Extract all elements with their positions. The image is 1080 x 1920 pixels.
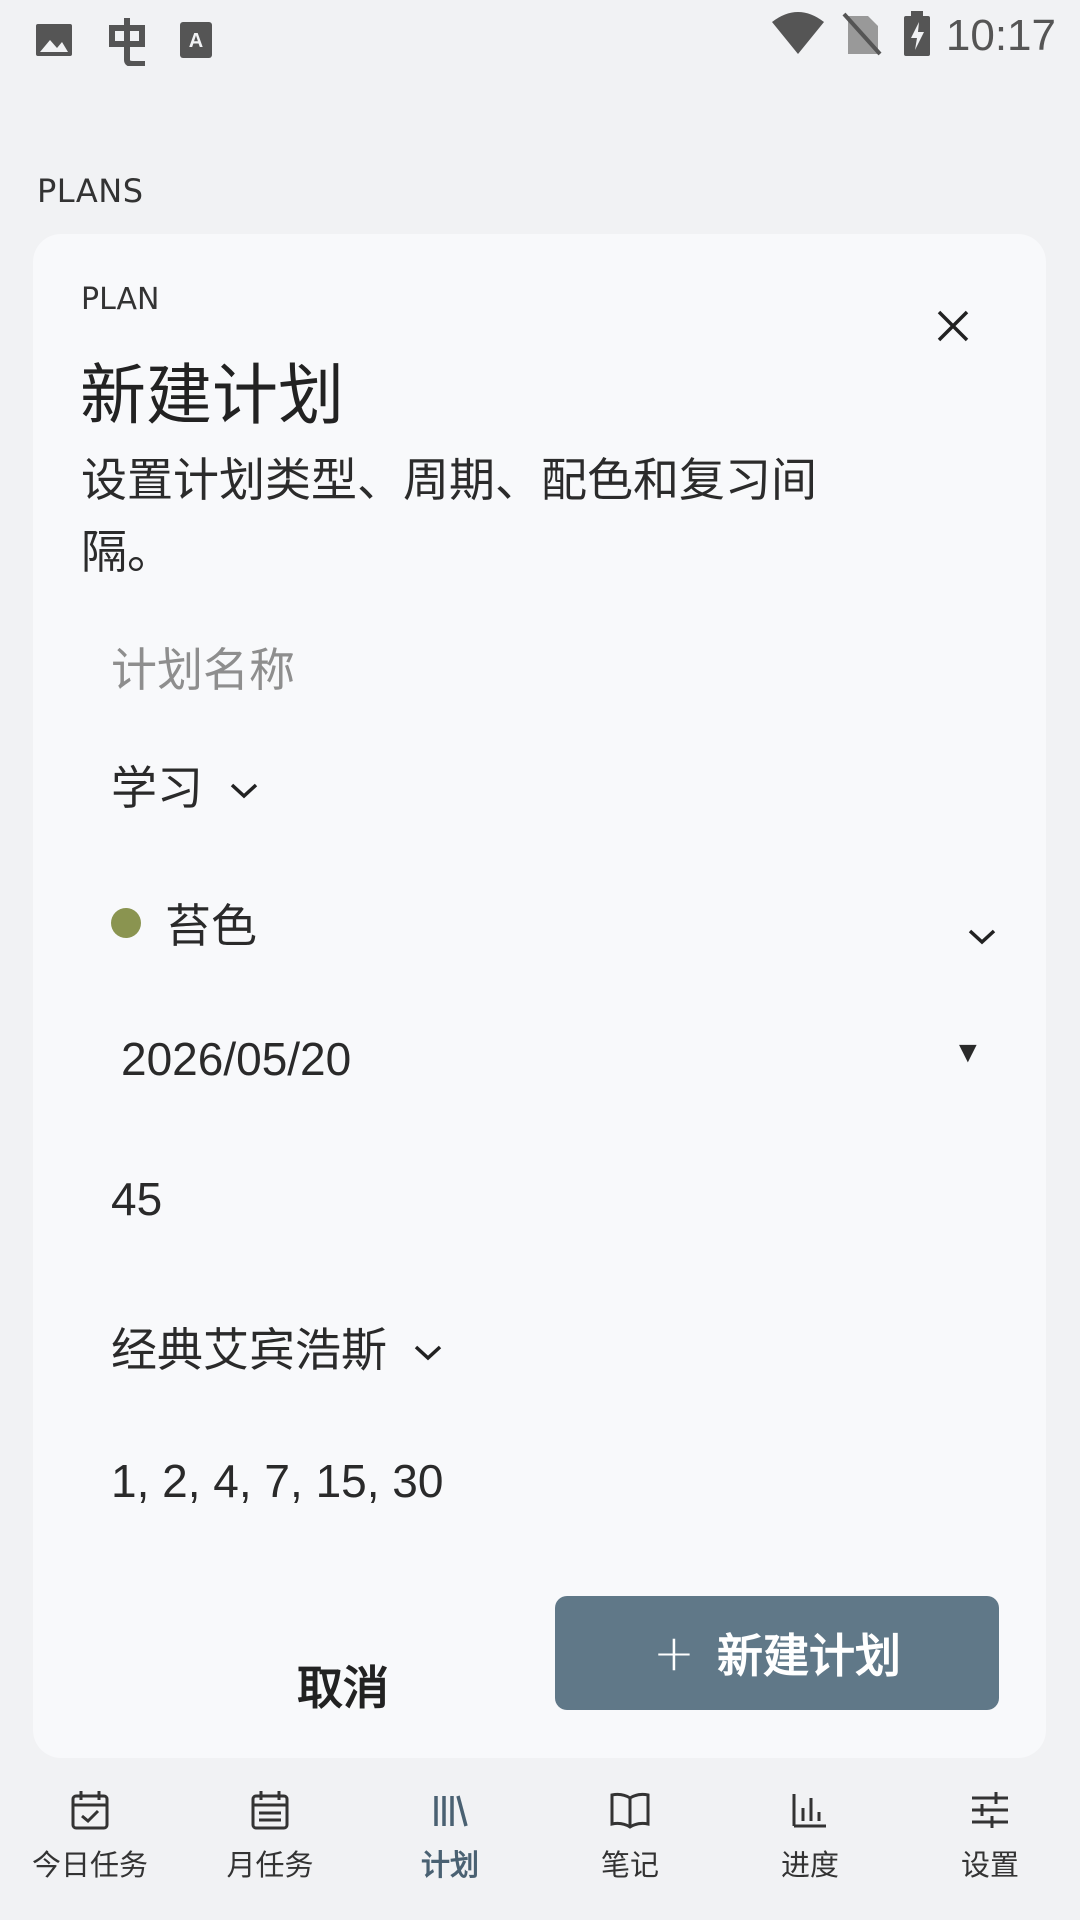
status-bar: A 10:17 [0,0,1080,72]
dialog-description: 设置计划类型、周期、配色和复习间隔。 [81,453,817,579]
plan-name-placeholder: 计划名称 [111,643,295,697]
bar-chart-icon [792,1794,826,1828]
status-time: 10:17 [945,11,1056,60]
library-icon [434,1795,468,1827]
image-icon [34,20,74,64]
sliders-icon [972,1792,1008,1828]
font-icon: A [178,20,214,64]
wifi-icon [770,10,826,62]
plan-type-select[interactable]: 学习 [111,752,259,818]
app-icon [104,14,156,70]
new-plan-dialog: PLAN 新建计划 设置计划类型、周期、配色和复习间隔。 计划名称 学习 苔色 … [33,234,1046,1758]
nav-item-today[interactable]: 今日任务 [0,1774,180,1920]
dropdown-triangle-icon: ▼ [953,1036,983,1069]
battery-charging-icon [902,10,932,62]
calendar-month-icon [251,1791,289,1830]
plan-date-value: 2026/05/20 [121,1033,352,1085]
create-plan-label: 新建计划 [716,1629,901,1683]
nav-item-progress[interactable]: 进度 [720,1774,900,1920]
svg-text:A: A [189,30,203,52]
plus-icon: + [653,1624,695,1682]
nav-item-month[interactable]: 月任务 [180,1774,360,1920]
review-intervals-value: 1, 2, 4, 7, 15, 30 [111,1455,444,1507]
nav-label: 设置 [960,1848,1019,1882]
create-plan-button[interactable]: + 新建计划 [555,1596,999,1710]
plan-color-value: 苔色 [165,899,257,953]
cancel-button[interactable]: 取消 [193,1630,493,1740]
bottom-navigation: 今日任务 月任务 计划 笔记 进度 设置 [0,1774,1080,1920]
calendar-check-icon [71,1791,109,1830]
section-label: PLANS [37,172,144,210]
chevron-down-icon [229,758,259,812]
chevron-down-icon [413,1320,443,1374]
status-right-icons: 10:17 [770,10,1056,62]
nav-label: 笔记 [600,1848,659,1882]
review-curve-select[interactable]: 经典艾宾浩斯 [111,1314,443,1380]
nav-label: 进度 [780,1848,839,1882]
dialog-eyebrow: PLAN [81,282,160,317]
nav-item-plans[interactable]: 计划 [360,1774,540,1920]
close-button[interactable] [923,296,983,356]
nav-label: 今日任务 [31,1848,148,1882]
plan-minutes-value: 45 [111,1173,163,1225]
review-curve-value: 经典艾宾浩斯 [111,1323,387,1377]
plan-type-value: 学习 [111,761,203,815]
nav-label: 计划 [420,1848,479,1882]
plan-name-field[interactable]: 计划名称 [111,634,295,700]
book-icon [610,1792,650,1829]
status-left-icons: A [34,14,214,70]
nav-item-settings[interactable]: 设置 [900,1774,1080,1920]
no-sim-icon [840,10,884,62]
chevron-down-icon [967,904,997,958]
review-intervals-field[interactable]: 1, 2, 4, 7, 15, 30 [111,1454,443,1508]
nav-label: 月任务 [226,1848,314,1882]
plan-minutes-field[interactable]: 45 [111,1172,162,1226]
close-icon [937,310,969,342]
color-swatch [111,908,141,938]
plan-date-picker[interactable]: 2026/05/20 ▼ [121,1032,983,1086]
nav-item-notes[interactable]: 笔记 [540,1774,720,1920]
plan-color-select[interactable]: 苔色 [111,890,996,956]
dialog-title: 新建计划 [80,357,344,434]
